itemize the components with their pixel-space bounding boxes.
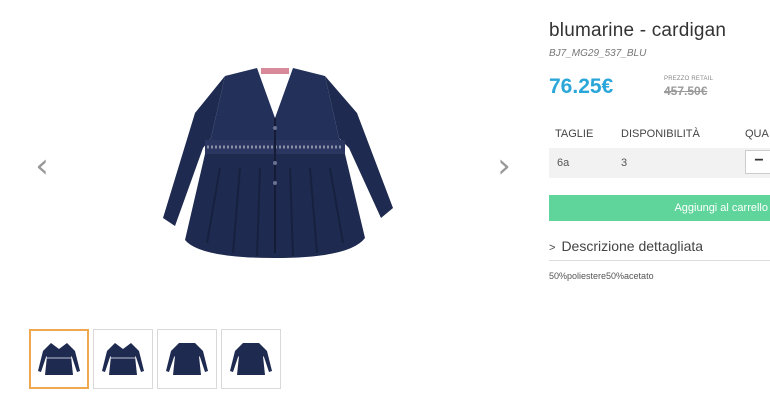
retail-price: 457.50€	[664, 84, 708, 98]
main-product-image	[145, 58, 405, 270]
description-toggle[interactable]: > Descrizione dettagliata	[549, 238, 770, 261]
product-gallery: ‹ ›	[0, 0, 540, 406]
chevron-right-icon[interactable]: ›	[492, 149, 516, 183]
thumbnail-3[interactable]	[157, 329, 217, 389]
column-header-quantity: QUA	[745, 128, 769, 140]
product-title: blumarine - cardigan	[549, 20, 727, 41]
add-to-cart-label: Aggiungi al carrello	[674, 202, 768, 214]
retail-price-label: PREZZO RETAIL	[664, 76, 714, 82]
column-header-availability: DISPONIBILITÀ	[621, 128, 700, 140]
cardigan-back-thumbnail-image	[166, 343, 208, 375]
thumbnail-2[interactable]	[93, 329, 153, 389]
product-sku: BJ7_MG29_537_BLU	[549, 48, 647, 59]
table-row: 6a 3 −	[549, 148, 770, 178]
cardigan-thumbnail-image	[102, 343, 144, 375]
chevron-right-icon: >	[549, 242, 556, 254]
availability-cell: 3	[621, 157, 628, 169]
add-to-cart-button[interactable]: Aggiungi al carrello	[549, 195, 770, 221]
column-header-size: TAGLIE	[555, 128, 594, 140]
thumbnail-4[interactable]	[221, 329, 281, 389]
thumbnail-strip	[29, 329, 281, 389]
sizes-table-header: TAGLIE DISPONIBILITÀ QUA	[549, 128, 770, 146]
cardigan-back-thumbnail-image	[230, 343, 272, 375]
product-price: 76.25€	[549, 75, 614, 98]
description-text: 50%poliestere50%acetato	[549, 271, 654, 281]
description-toggle-label: Descrizione dettagliata	[561, 238, 704, 254]
thumbnail-1[interactable]	[29, 329, 89, 389]
chevron-left-icon[interactable]: ‹	[30, 149, 54, 183]
cardigan-thumbnail-image	[38, 343, 80, 375]
product-info-panel: blumarine - cardigan BJ7_MG29_537_BLU 76…	[549, 0, 770, 406]
quantity-decrement-button[interactable]: −	[745, 150, 770, 174]
size-cell: 6a	[557, 157, 570, 169]
